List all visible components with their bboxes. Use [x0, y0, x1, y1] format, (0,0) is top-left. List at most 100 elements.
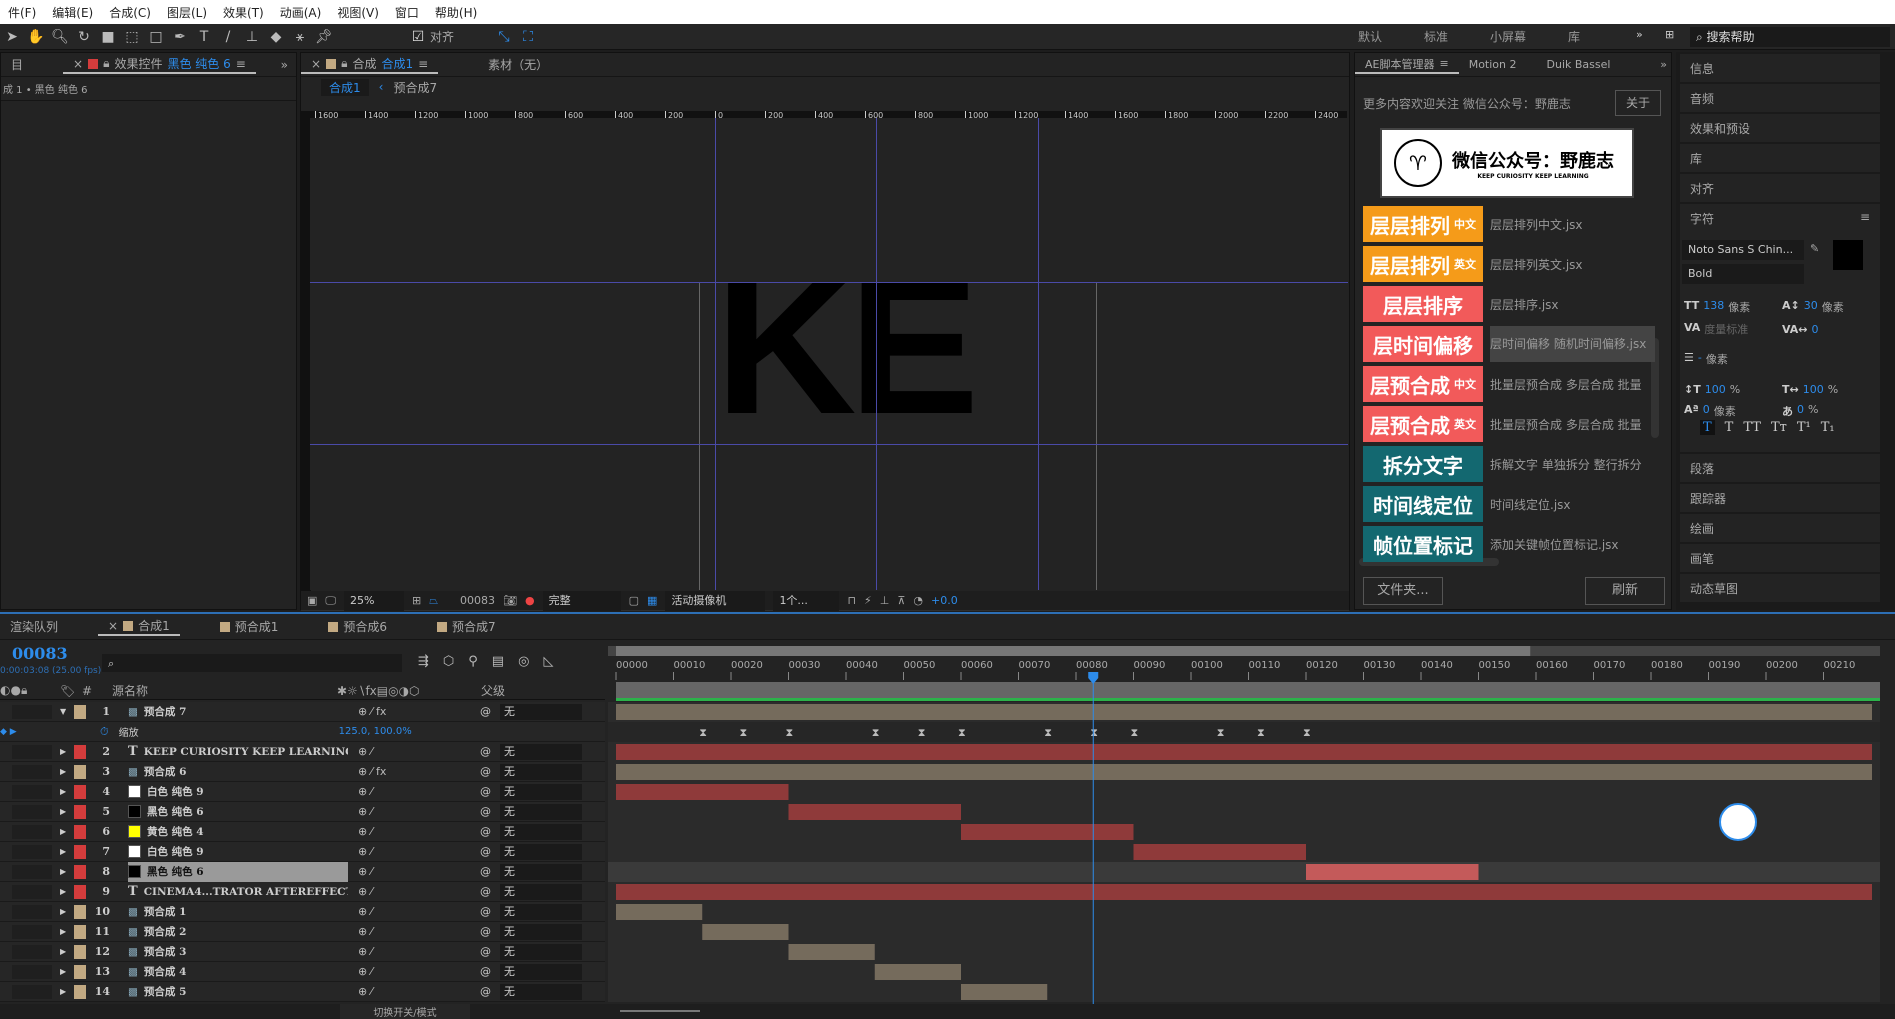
pickwhip-icon[interactable]: @ — [480, 865, 491, 878]
layer-row[interactable]: ▼ 1 ▩ 预合成 7 ⊕ ⁄ fx @ 无 — [0, 702, 605, 722]
parent-select[interactable]: 无 — [500, 944, 582, 960]
motion-blur-icon[interactable]: ◎ — [518, 654, 529, 669]
snap-icon[interactable]: ⤡ — [494, 27, 514, 47]
eyedropper-icon[interactable]: ✎ — [1810, 242, 1819, 255]
visibility-switch[interactable] — [12, 984, 52, 999]
rectangle-tool-icon[interactable]: □ — [146, 27, 166, 47]
type-tool-icon[interactable]: T — [194, 27, 214, 47]
parent-select[interactable]: 无 — [500, 804, 582, 820]
align-checkbox[interactable]: ☑ — [408, 27, 428, 47]
layer-row[interactable]: ▶ 2 T KEEP CURIOSITY KEEP LEARNING ⊕ ⁄ @ 无 — [0, 742, 605, 762]
visibility-switch[interactable] — [12, 704, 52, 719]
baseline-field[interactable]: Aª 0 像素 — [1684, 403, 1782, 419]
layer-switches[interactable]: ⊕ ⁄ — [358, 885, 478, 898]
layer-label-color[interactable] — [74, 984, 86, 999]
layer-row[interactable]: ▶ 8 黑色 纯色 6 ⊕ ⁄ @ 无 — [0, 861, 605, 882]
property-value[interactable]: 125.0, 100.0% — [339, 726, 412, 737]
expand-toggle-icon[interactable]: ▶ — [60, 847, 74, 856]
layer-row[interactable]: ▶ 11 ▩ 预合成 2 ⊕ ⁄ @ 无 — [0, 922, 605, 942]
pickwhip-icon[interactable]: @ — [480, 925, 491, 938]
layer-source-name[interactable]: ▩ 预合成 6 — [128, 762, 348, 782]
layer-source-name[interactable]: 黑色 纯色 6 — [128, 802, 348, 822]
fast-preview-icon[interactable]: ⚡︎ — [864, 594, 872, 607]
layer-switches[interactable]: ⊕ ⁄ — [358, 785, 478, 798]
keyframe[interactable]: ⧗ — [1217, 726, 1225, 739]
layer-switches[interactable]: ⊕ ⁄ — [358, 745, 478, 758]
script-description[interactable]: 层层排列英文.jsx — [1490, 256, 1655, 273]
floating-logo-icon[interactable] — [1719, 803, 1757, 841]
parent-header[interactable]: 父级 — [481, 682, 505, 699]
layer-source-name[interactable]: T CINEMA4...TRATOR AFTEREFFECTS — [128, 882, 348, 902]
channel-icon[interactable]: ● — [525, 594, 535, 607]
layer-label-color[interactable] — [74, 884, 86, 899]
parent-select[interactable]: 无 — [500, 844, 582, 860]
views-select[interactable]: 1个... — [773, 590, 840, 611]
keyframe[interactable]: ⧗ — [1257, 726, 1265, 739]
layer-duration-bar[interactable] — [874, 964, 961, 980]
layer-source-name[interactable]: ▩ 预合成 4 — [128, 962, 348, 982]
workspace-tab[interactable]: 小屏幕 — [1490, 28, 1526, 45]
expand-toggle-icon[interactable]: ▶ — [60, 747, 74, 756]
expand-toggle-icon[interactable]: ▶ — [60, 827, 74, 836]
layer-label-color[interactable] — [74, 784, 86, 799]
tab-footage[interactable]: 素材（无） — [478, 56, 558, 73]
menu-item[interactable]: 效果(T) — [223, 4, 264, 21]
workspace-tab[interactable]: 库 — [1568, 28, 1580, 45]
layer-switches[interactable]: ⊕ ⁄ — [358, 845, 478, 858]
expand-toggle-icon[interactable]: ▶ — [60, 767, 74, 776]
right-panel-item[interactable]: 库 — [1680, 144, 1880, 174]
tab-motion2[interactable]: Motion 2 — [1459, 58, 1527, 71]
source-name-header[interactable]: 源名称 — [112, 682, 337, 699]
pickwhip-icon[interactable]: @ — [480, 945, 491, 958]
layer-switches[interactable]: ⊕ ⁄ — [358, 805, 478, 818]
pickwhip-icon[interactable]: @ — [480, 885, 491, 898]
refresh-button[interactable]: 刷新 — [1585, 577, 1665, 605]
script-description[interactable]: 批量层预合成 多层合成 批量 — [1490, 376, 1655, 393]
layer-switches[interactable]: ⊕ ⁄ — [358, 825, 478, 838]
script-button[interactable]: 层时间偏移 — [1363, 326, 1483, 362]
layer-duration-bar[interactable] — [1133, 844, 1307, 860]
expand-toggle-icon[interactable]: ▼ — [60, 707, 74, 716]
right-panel-item[interactable]: 绘画 — [1680, 514, 1880, 544]
pickwhip-icon[interactable]: @ — [480, 825, 491, 838]
layer-duration-bar[interactable] — [1306, 864, 1479, 880]
layer-source-name[interactable]: 白色 纯色 9 — [128, 782, 348, 802]
visibility-switch[interactable] — [12, 784, 52, 799]
leading-field[interactable]: A↕ 30 像素 — [1782, 299, 1880, 315]
tab-project[interactable]: 目 — [1, 56, 33, 73]
layer-duration-bar[interactable] — [616, 904, 703, 920]
layer-label-color[interactable] — [74, 924, 86, 939]
right-panel-item[interactable]: 信息 — [1680, 54, 1880, 84]
expand-toggle-icon[interactable]: ▶ — [60, 887, 74, 896]
layer-duration-bar[interactable] — [961, 824, 1134, 840]
parent-select[interactable]: 无 — [500, 704, 582, 720]
frame-blending-icon[interactable]: ▤ — [492, 654, 504, 669]
tab-effect-controls[interactable]: × 🔒︎ 效果控件 黑色 纯色 6 ≡ — [63, 55, 256, 74]
script-button[interactable]: 层层排序 — [1363, 286, 1483, 322]
exposure-value[interactable]: +0.0 — [931, 594, 958, 607]
monitor-icon[interactable]: 🖵︎ — [325, 594, 336, 608]
menu-item[interactable]: 图层(L) — [167, 4, 207, 21]
layer-label-color[interactable] — [74, 744, 86, 759]
keyframe[interactable]: ⧗ — [786, 726, 794, 739]
pen-tool-icon[interactable]: ✒ — [170, 27, 190, 47]
zoom-slider[interactable] — [620, 1010, 700, 1012]
panel-menu-icon[interactable]: ≡ — [1860, 210, 1870, 227]
parent-select[interactable]: 无 — [500, 884, 582, 900]
tsume-field[interactable]: あ 0% — [1782, 403, 1880, 419]
resolution-select[interactable]: 完整 — [542, 590, 621, 611]
snapshot-region-icon[interactable]: ▣ — [307, 594, 317, 607]
panel-more-icon[interactable]: » — [281, 58, 288, 72]
timeline-tab[interactable]: 预合成1 — [210, 618, 289, 635]
keyframe[interactable]: ⧗ — [1131, 726, 1139, 739]
tab-composition[interactable]: × 🔒︎ 合成 合成1 ≡ — [301, 55, 439, 74]
layer-switches[interactable]: ⊕ ⁄ — [358, 965, 478, 978]
visibility-switch[interactable] — [12, 744, 52, 759]
layer-source-name[interactable]: 黄色 纯色 4 — [128, 822, 348, 842]
layer-duration-bar[interactable] — [702, 924, 789, 940]
layer-duration-bar[interactable] — [616, 704, 1872, 720]
workspace-more-icon[interactable]: » — [1636, 28, 1643, 41]
layer-source-name[interactable]: ▩ 预合成 2 — [128, 922, 348, 942]
hscale-field[interactable]: T↔ 100% — [1782, 383, 1880, 396]
right-panel-item[interactable]: 跟踪器 — [1680, 484, 1880, 514]
